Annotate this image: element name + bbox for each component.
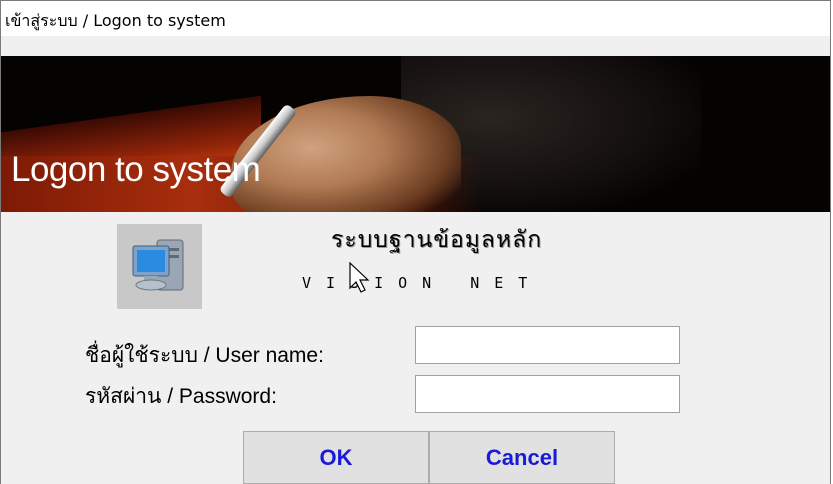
window-title: เข้าสู่ระบบ / Logon to system <box>5 11 226 30</box>
mouse-cursor-icon <box>349 262 370 293</box>
logon-dialog: เข้าสู่ระบบ / Logon to system Logon to s… <box>0 0 831 484</box>
app-name: ระบบฐานข้อมูลหลัก <box>331 227 543 253</box>
banner-title: Logon to system <box>11 150 261 189</box>
username-label: ชื่อผู้ใช้ระบบ / User name: <box>85 344 324 367</box>
logon-banner: Logon to system <box>1 56 830 212</box>
username-input[interactable] <box>415 326 680 364</box>
title-bar[interactable]: เข้าสู่ระบบ / Logon to system <box>1 0 830 36</box>
app-subtitle: VISION NET <box>302 274 543 292</box>
ok-button[interactable]: OK <box>243 431 429 484</box>
cancel-button[interactable]: Cancel <box>429 431 615 484</box>
password-label: รหัสผ่าน / Password: <box>85 385 277 408</box>
password-input[interactable] <box>415 375 680 413</box>
computer-icon <box>117 224 202 309</box>
